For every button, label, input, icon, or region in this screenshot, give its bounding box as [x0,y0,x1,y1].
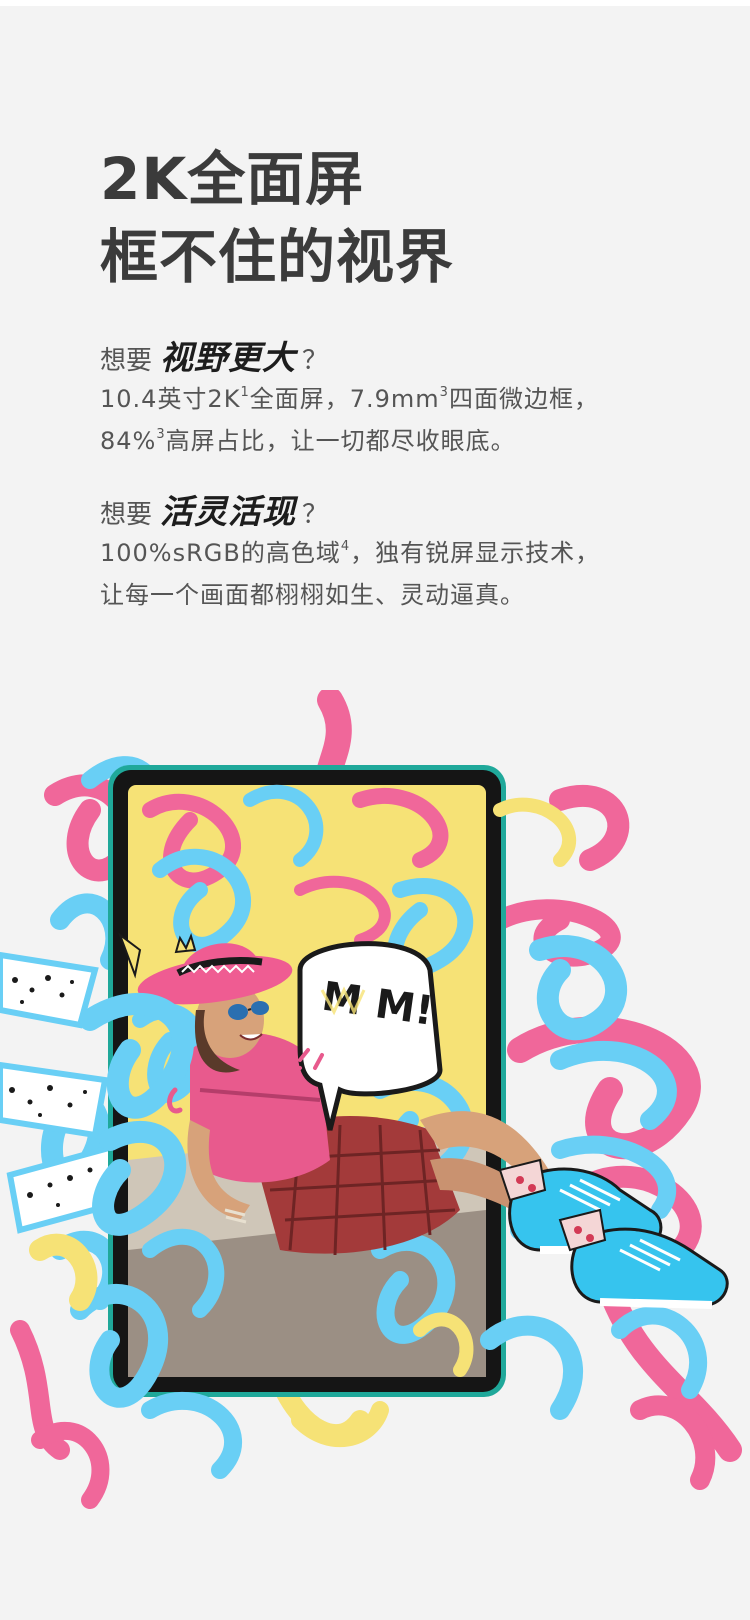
tablet-illustration: M M! [0,690,750,1620]
footnote-mark: 1 [240,385,250,400]
section-description-line-1: 10.4英寸2K1全面屏，7.9mm3四面微边框， [100,378,720,420]
section-vivid: 想要 活灵活现？ 100%sRGB的高色域4，独有锐屏显示技术， 让每一个画面都栩… [100,492,720,616]
text-segment: 四面微边框， [448,385,599,413]
question-emphasis: 视野更大 [160,338,297,377]
question-suffix: ？ [302,346,329,376]
feature-text: 2K全面屏 框不住的视界 想要 视野更大？ 10.4英寸2K1全面屏，7.9mm3… [100,140,720,616]
section-question: 想要 视野更大？ [100,338,720,378]
section-description-line-2: 让每一个画面都栩栩如生、灵动逼真。 [100,581,525,609]
text-segment: 全面屏，7.9mm [249,385,440,413]
text-segment: 高屏占比，让一切都尽收眼底。 [165,427,516,455]
question-suffix: ？ [302,500,329,530]
headline-line-2: 框不住的视界 [100,223,455,291]
tablet-illustration-svg: M M! [0,690,742,1509]
screen-content: M M! [128,784,580,1377]
question-prefix: 想要 [100,346,153,376]
section-question: 想要 活灵活现？ [100,492,720,532]
headline-line-1: 2K全面屏 [100,145,365,213]
text-segment: 100%sRGB的高色域 [100,539,341,567]
section-description-line-1: 100%sRGB的高色域4，独有锐屏显示技术， [100,532,720,574]
footnote-mark: 3 [439,385,449,400]
footnote-mark: 4 [340,539,351,554]
question-prefix: 想要 [100,500,153,530]
section-view-bigger: 想要 视野更大？ 10.4英寸2K1全面屏，7.9mm3四面微边框， 84%3高屏… [100,338,720,462]
text-segment: ，独有锐屏显示技术， [350,539,601,567]
text-segment: 10.4英寸2K [100,385,241,413]
question-emphasis: 活灵活现 [160,492,297,531]
text-segment: 84% [100,427,157,455]
section-description-line-2: 84%3高屏占比，让一切都尽收眼底。 [100,420,720,462]
top-strip [0,0,750,6]
footnote-mark: 3 [156,427,166,442]
headline: 2K全面屏 框不住的视界 [100,140,720,296]
